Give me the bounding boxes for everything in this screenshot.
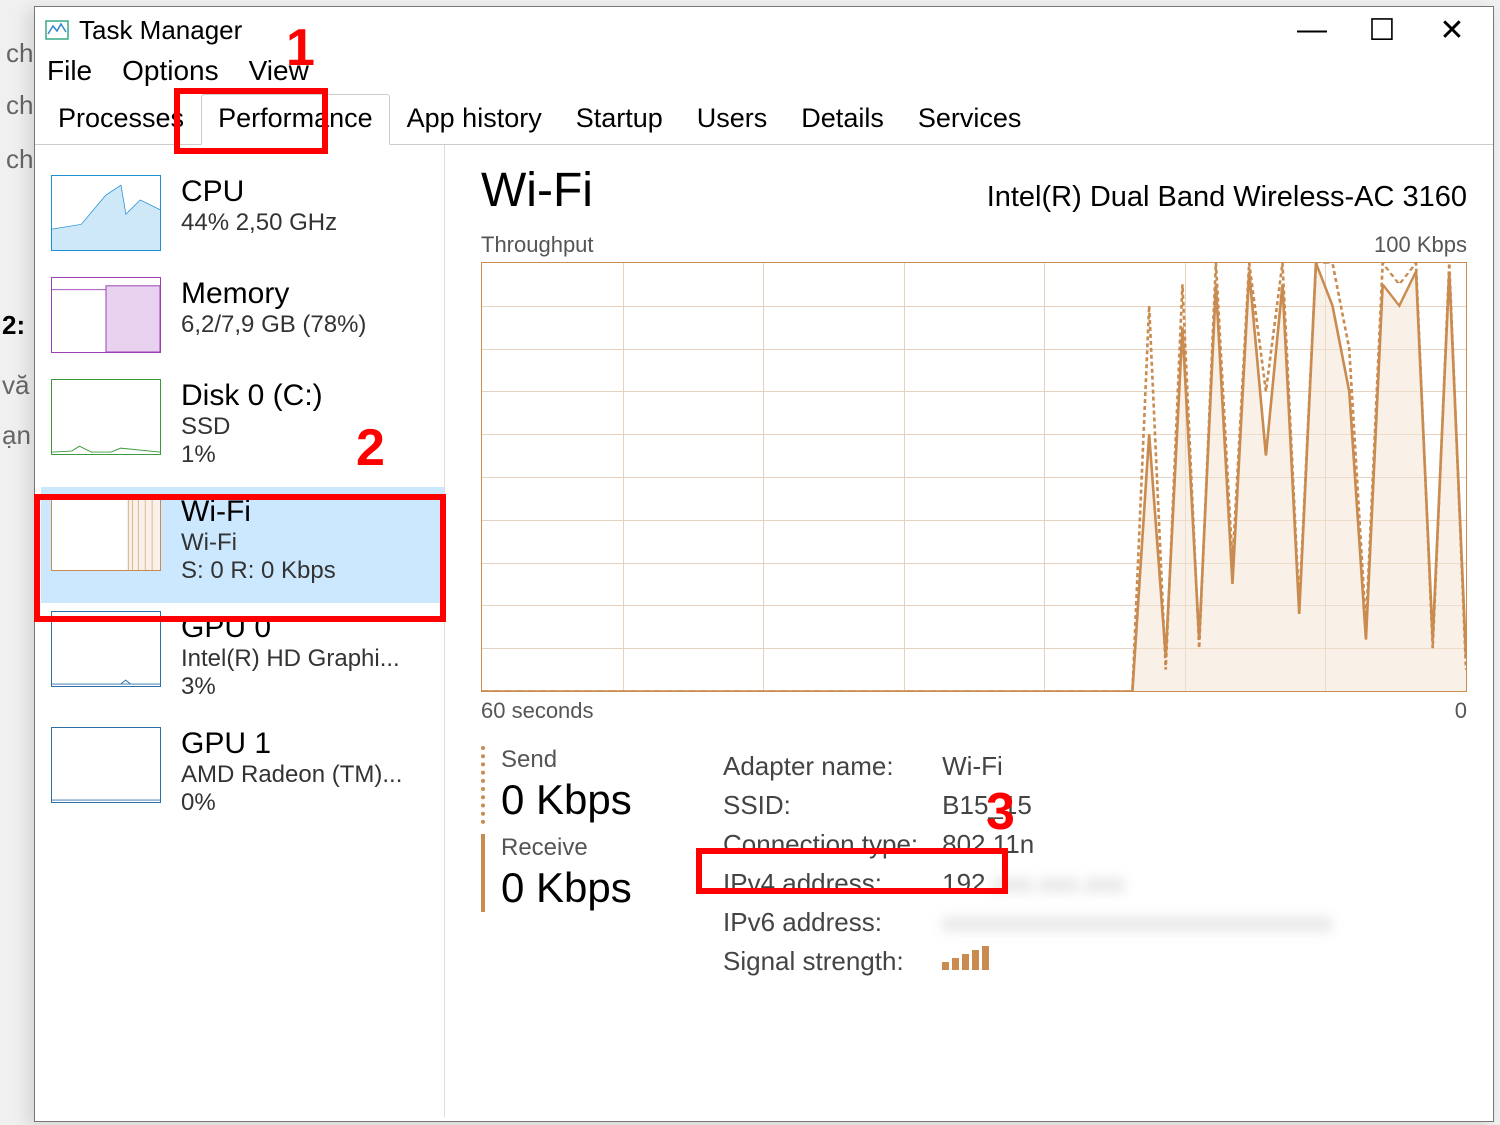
info-key: Signal strength: — [723, 943, 940, 980]
receive-label: Receive — [501, 834, 681, 862]
task-manager-icon — [45, 18, 69, 42]
bg-text: ch — [6, 90, 33, 121]
task-manager-window: Task Manager — ☐ ✕ File Options View Pro… — [34, 6, 1494, 1122]
receive-value: 0 Kbps — [501, 864, 681, 912]
gpu-thumb-icon — [51, 727, 161, 803]
sidebar-item-label: Disk 0 (C:) — [181, 379, 434, 413]
tab-app-history[interactable]: App history — [390, 94, 559, 145]
send-value: 0 Kbps — [501, 776, 681, 824]
tab-strip: Processes Performance App history Startu… — [35, 93, 1493, 145]
sidebar-item-disk[interactable]: Disk 0 (C:) SSD 1% — [41, 371, 444, 487]
ipv4-redacted: xxx.xxx.xxx — [993, 868, 1124, 898]
connection-info-table: Adapter name:Wi-Fi SSID:B15_15 Connectio… — [721, 746, 1334, 982]
window-title: Task Manager — [79, 15, 242, 46]
ipv6-redacted: xxxxxxxxxxxxxxxxxxxxxxxxxxxxxx — [942, 904, 1332, 941]
bg-text: ạn — [2, 420, 31, 451]
tab-users[interactable]: Users — [680, 94, 785, 145]
bg-text: ch — [6, 38, 33, 69]
gpu-thumb-icon — [51, 611, 161, 687]
tab-startup[interactable]: Startup — [559, 94, 680, 145]
menu-options[interactable]: Options — [122, 55, 219, 87]
info-key: Adapter name: — [723, 748, 940, 785]
throughput-chart — [481, 262, 1467, 692]
sidebar-item-sub: Wi-Fi S: 0 R: 0 Kbps — [181, 529, 434, 585]
wifi-thumb-icon — [51, 495, 161, 571]
sidebar-item-sub: 44% 2,50 GHz — [181, 209, 434, 237]
info-key: IPv6 address: — [723, 904, 940, 941]
minimize-button[interactable]: — — [1277, 7, 1347, 53]
sidebar-item-sub: 6,2/7,9 GB (78%) — [181, 311, 434, 339]
adapter-full-name: Intel(R) Dual Band Wireless-AC 3160 — [987, 181, 1467, 214]
info-val: B15_15 — [942, 787, 1332, 824]
info-val: 192. — [942, 868, 993, 898]
sidebar-item-label: GPU 1 — [181, 727, 434, 761]
info-key: Connection type: — [723, 826, 940, 863]
maximize-button[interactable]: ☐ — [1347, 7, 1417, 53]
sidebar-item-label: Wi-Fi — [181, 495, 434, 529]
performance-sidebar: CPU 44% 2,50 GHz Memory 6,2/7,9 GB (78%) — [35, 145, 445, 1117]
sidebar-item-wifi[interactable]: Wi-Fi Wi-Fi S: 0 R: 0 Kbps — [41, 487, 444, 603]
sidebar-item-label: CPU — [181, 175, 434, 209]
signal-strength-icon — [942, 943, 1332, 980]
sidebar-item-label: GPU 0 — [181, 611, 434, 645]
info-key: IPv4 address: — [723, 865, 940, 902]
send-label: Send — [501, 746, 681, 774]
sidebar-item-gpu0[interactable]: GPU 0 Intel(R) HD Graphi... 3% — [41, 603, 444, 719]
close-button[interactable]: ✕ — [1417, 7, 1487, 53]
tab-processes[interactable]: Processes — [41, 94, 201, 145]
info-key: SSID: — [723, 787, 940, 824]
sidebar-item-cpu[interactable]: CPU 44% 2,50 GHz — [41, 167, 444, 269]
bg-text: ch — [6, 144, 33, 175]
page-title: Wi-Fi — [481, 163, 593, 218]
info-val: 802.11n — [942, 826, 1332, 863]
memory-thumb-icon — [51, 277, 161, 353]
cpu-thumb-icon — [51, 175, 161, 251]
chart-label-zero: 0 — [1455, 698, 1467, 724]
menu-file[interactable]: File — [47, 55, 92, 87]
sidebar-item-memory[interactable]: Memory 6,2/7,9 GB (78%) — [41, 269, 444, 371]
sidebar-item-label: Memory — [181, 277, 434, 311]
menubar: File Options View — [35, 53, 1493, 93]
tab-details[interactable]: Details — [784, 94, 901, 145]
menu-view[interactable]: View — [249, 55, 309, 87]
titlebar[interactable]: Task Manager — ☐ ✕ — [35, 7, 1493, 53]
tab-services[interactable]: Services — [901, 94, 1039, 145]
chart-label-throughput: Throughput — [481, 232, 594, 258]
bg-text: vă — [2, 370, 29, 401]
info-val: Wi-Fi — [942, 748, 1332, 785]
sidebar-item-sub: Intel(R) HD Graphi... 3% — [181, 645, 434, 701]
bg-text: 2: — [2, 310, 25, 341]
tab-performance[interactable]: Performance — [201, 94, 390, 145]
chart-label-60s: 60 seconds — [481, 698, 594, 724]
disk-thumb-icon — [51, 379, 161, 455]
sidebar-item-sub: AMD Radeon (TM)... 0% — [181, 761, 434, 817]
performance-main: Wi-Fi Intel(R) Dual Band Wireless-AC 316… — [445, 145, 1493, 1117]
sidebar-item-sub: SSD 1% — [181, 413, 434, 469]
chart-label-max: 100 Kbps — [1374, 232, 1467, 258]
sidebar-item-gpu1[interactable]: GPU 1 AMD Radeon (TM)... 0% — [41, 719, 444, 835]
